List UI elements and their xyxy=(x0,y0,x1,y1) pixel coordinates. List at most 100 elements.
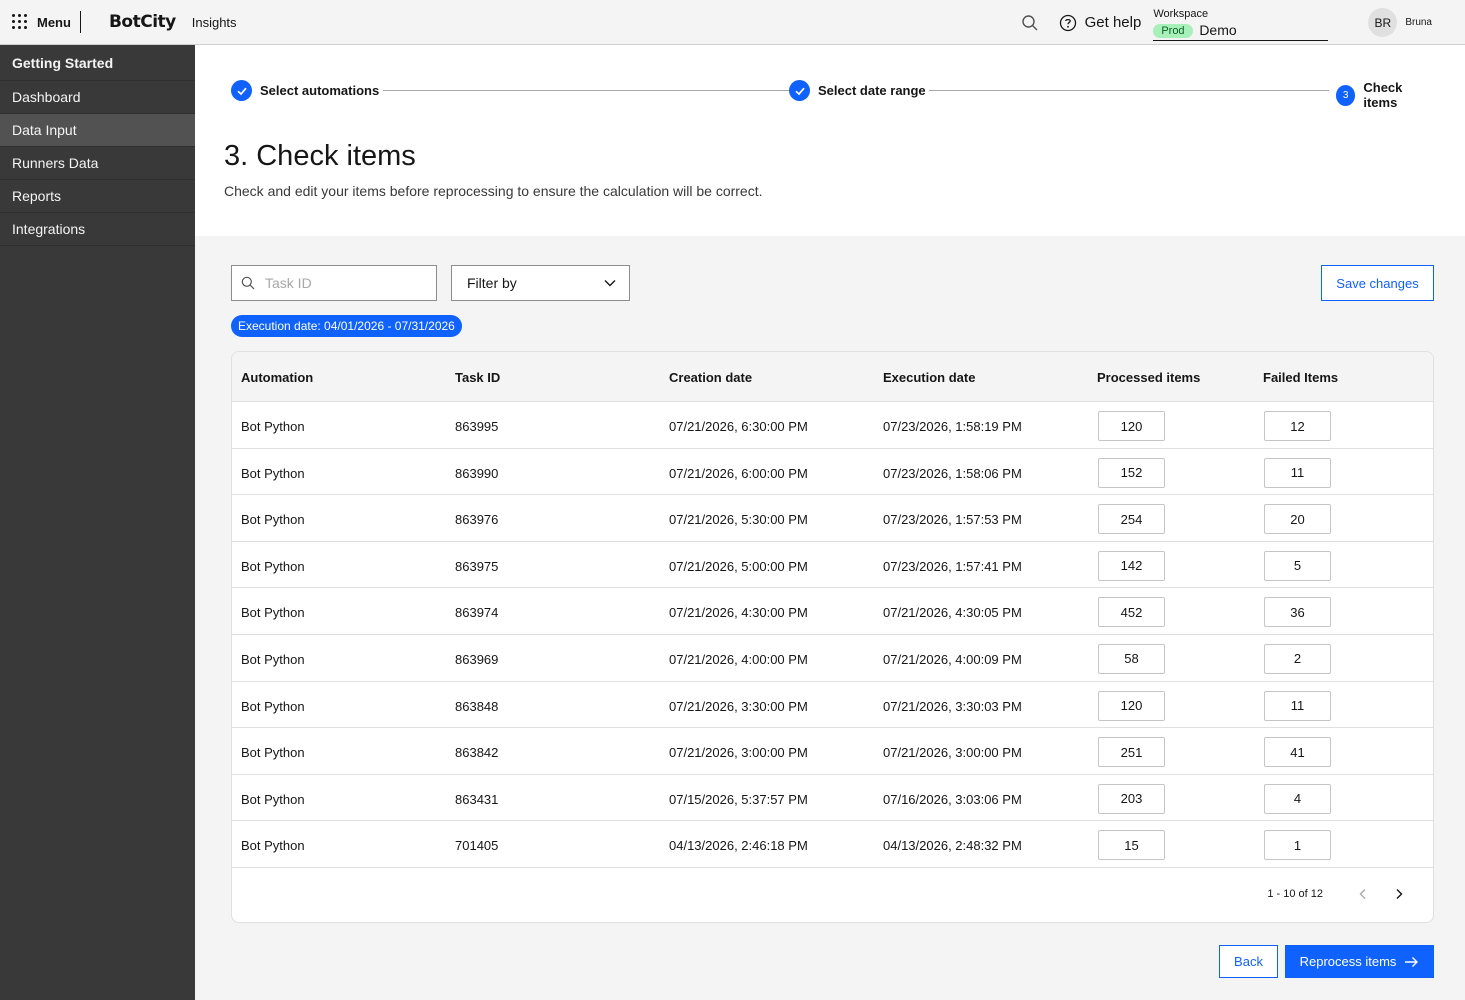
cell-automation: Bot Python xyxy=(241,558,305,574)
failed-items-input[interactable]: 20 xyxy=(1264,504,1331,535)
arrow-right-icon xyxy=(1405,956,1419,967)
cell-creation-date: 07/21/2026, 3:00:00 PM xyxy=(669,745,808,761)
table-header: Automation Task ID Creation date Executi… xyxy=(232,352,1433,402)
cell-task-id: 863842 xyxy=(455,745,499,761)
processed-items-input[interactable]: 152 xyxy=(1098,457,1165,488)
cell-execution-date: 07/21/2026, 4:30:05 PM xyxy=(883,605,1022,621)
menu-label: Menu xyxy=(37,14,71,30)
top-header: Menu BotCity Insights Get help Workspace… xyxy=(0,0,1465,45)
column-header[interactable]: Execution date xyxy=(883,370,975,385)
processed-items-input[interactable]: 203 xyxy=(1098,783,1165,814)
cell-task-id: 701405 xyxy=(455,838,499,854)
processed-items-input[interactable]: 120 xyxy=(1098,411,1165,441)
search-input[interactable] xyxy=(265,275,425,291)
failed-items-input[interactable]: 11 xyxy=(1264,457,1331,488)
checkmark-icon xyxy=(231,80,252,101)
environment-badge: Prod xyxy=(1153,24,1193,38)
table-row: Bot Python 863431 07/15/2026, 5:37:57 PM 07… xyxy=(232,775,1433,822)
cell-execution-date: 07/23/2026, 1:57:41 PM xyxy=(883,558,1022,574)
sidebar-item-integrations[interactable]: Integrations xyxy=(0,213,195,246)
cell-task-id: 863431 xyxy=(455,791,499,807)
sidebar-item-runners-data[interactable]: Runners Data xyxy=(0,147,195,180)
step-check-items: 3 Check items xyxy=(1336,80,1434,110)
processed-items-input[interactable]: 58 xyxy=(1098,643,1165,674)
cell-execution-date: 07/21/2026, 4:00:09 PM xyxy=(883,651,1022,667)
processed-items-input[interactable]: 142 xyxy=(1098,550,1165,581)
table-row: Bot Python 863842 07/21/2026, 3:00:00 PM 07… xyxy=(232,728,1433,775)
cell-creation-date: 07/21/2026, 6:00:00 PM xyxy=(669,465,808,481)
processed-items-input[interactable]: 120 xyxy=(1098,690,1165,721)
processed-items-input[interactable]: 251 xyxy=(1098,737,1165,768)
table-row: Bot Python 701405 04/13/2026, 2:46:18 PM 04… xyxy=(232,821,1433,868)
filter-dropdown[interactable]: Filter by xyxy=(451,265,630,301)
column-header[interactable]: Automation xyxy=(241,370,313,385)
cell-automation: Bot Python xyxy=(241,465,305,481)
chevron-down-icon xyxy=(604,280,616,287)
execution-date-tag[interactable]: Execution date: 04/01/2026 - 07/31/2026 xyxy=(231,315,462,337)
step-select-automations[interactable]: Select automations xyxy=(231,80,380,101)
failed-items-input[interactable]: 1 xyxy=(1264,830,1331,861)
filter-label: Filter by xyxy=(467,275,517,291)
search-icon xyxy=(241,276,255,290)
help-icon xyxy=(1059,14,1076,31)
reprocess-items-button[interactable]: Reprocess items xyxy=(1285,945,1434,978)
sidebar-item-dashboard[interactable]: Dashboard xyxy=(0,81,195,114)
failed-items-input[interactable]: 11 xyxy=(1264,690,1331,721)
cell-task-id: 863974 xyxy=(455,605,499,621)
menu-button[interactable]: Menu xyxy=(0,0,71,45)
processed-items-input[interactable]: 15 xyxy=(1098,830,1165,861)
cell-execution-date: 07/21/2026, 3:00:00 PM xyxy=(883,745,1022,761)
cell-task-id: 863995 xyxy=(455,419,499,434)
next-page-button[interactable] xyxy=(1389,884,1409,904)
step-select-date-range[interactable]: Select date range xyxy=(789,80,926,101)
step-label: Check items xyxy=(1363,80,1403,110)
column-header[interactable]: Processed items xyxy=(1097,370,1200,385)
failed-items-input[interactable]: 12 xyxy=(1264,411,1331,441)
failed-items-input[interactable]: 36 xyxy=(1264,597,1331,628)
task-id-search[interactable] xyxy=(231,265,437,301)
processed-items-input[interactable]: 452 xyxy=(1098,597,1165,628)
product-name: Insights xyxy=(191,14,237,30)
step-connector xyxy=(929,90,1329,91)
chevron-left-icon xyxy=(1359,889,1366,899)
column-header[interactable]: Creation date xyxy=(669,370,752,385)
table-row: Bot Python 863974 07/21/2026, 4:30:00 PM 07… xyxy=(232,588,1433,635)
cell-execution-date: 07/23/2026, 1:58:19 PM xyxy=(883,419,1022,434)
cell-task-id: 863969 xyxy=(455,651,499,667)
get-help-button[interactable]: Get help xyxy=(1059,14,1141,32)
workspace-label: Workspace xyxy=(1153,8,1209,20)
cell-execution-date: 07/23/2026, 1:58:06 PM xyxy=(883,465,1022,481)
checkmark-icon xyxy=(789,80,810,101)
cell-execution-date: 04/13/2026, 2:48:32 PM xyxy=(883,838,1022,854)
cell-creation-date: 07/21/2026, 6:30:00 PM xyxy=(669,419,808,434)
search-icon[interactable] xyxy=(1021,14,1039,32)
avatar[interactable]: BR xyxy=(1368,8,1398,37)
sidebar-item-data-input[interactable]: Data Input xyxy=(0,114,195,147)
workspace-selector[interactable]: Workspace Prod Demo xyxy=(1153,4,1329,41)
processed-items-input[interactable]: 254 xyxy=(1098,504,1165,535)
table-row: Bot Python 863975 07/21/2026, 5:00:00 PM 07… xyxy=(232,542,1433,589)
failed-items-input[interactable]: 4 xyxy=(1264,783,1331,814)
failed-items-input[interactable]: 5 xyxy=(1264,550,1331,581)
header-divider xyxy=(79,11,81,33)
column-header[interactable]: Task ID xyxy=(455,370,500,385)
sidebar-item-getting-started[interactable]: Getting Started xyxy=(0,45,195,81)
save-changes-button[interactable]: Save changes xyxy=(1321,265,1434,301)
cell-task-id: 863990 xyxy=(455,465,499,481)
main-content: Select automations Select date range 3 C… xyxy=(195,45,1465,1000)
failed-items-input[interactable]: 41 xyxy=(1264,737,1331,768)
cell-automation: Bot Python xyxy=(241,791,305,807)
cell-automation: Bot Python xyxy=(241,512,305,528)
previous-page-button[interactable] xyxy=(1353,884,1373,904)
table-body: Bot Python 863995 07/21/2026, 6:30:00 PM 07… xyxy=(232,402,1433,868)
failed-items-input[interactable]: 2 xyxy=(1264,643,1331,674)
cell-task-id: 863975 xyxy=(455,558,499,574)
cell-automation: Bot Python xyxy=(241,745,305,761)
column-header[interactable]: Failed Items xyxy=(1263,370,1338,385)
cell-creation-date: 07/21/2026, 4:00:00 PM xyxy=(669,651,808,667)
back-button[interactable]: Back xyxy=(1219,945,1278,978)
botcity-logo[interactable]: BotCity xyxy=(109,12,176,32)
sidebar-item-reports[interactable]: Reports xyxy=(0,180,195,213)
cell-automation: Bot Python xyxy=(241,838,305,854)
username[interactable]: Bruna xyxy=(1405,17,1432,28)
